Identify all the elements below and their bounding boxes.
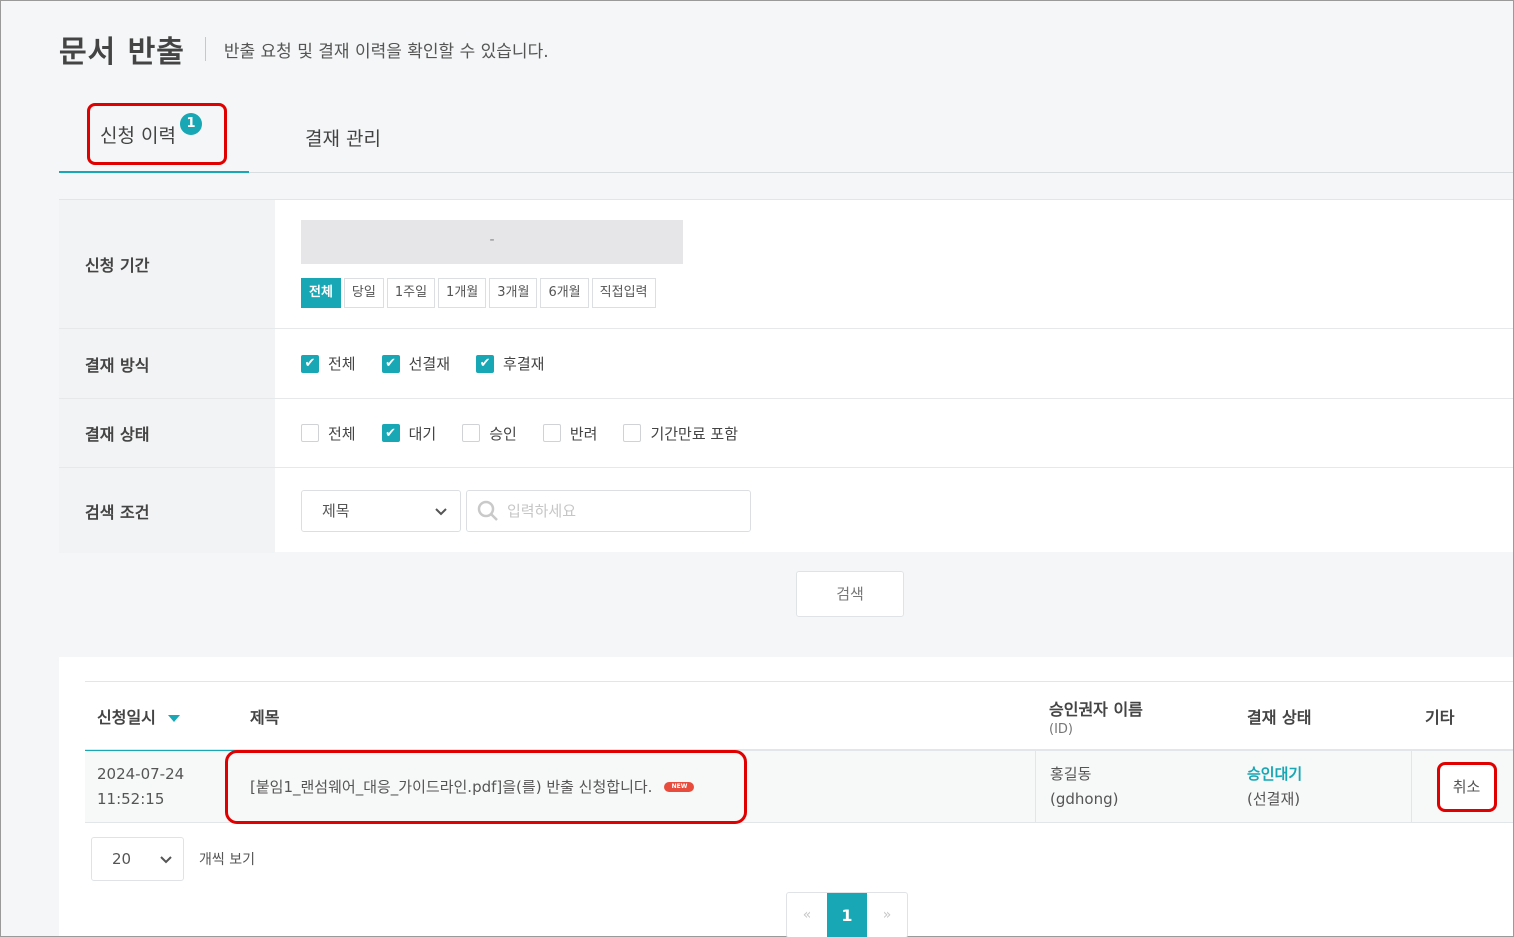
header-etc: 기타 xyxy=(1425,708,1455,727)
method-options: ✔ 전체 ✔ 선결재 ✔ 후결재 xyxy=(275,329,1513,398)
title-divider xyxy=(204,37,206,61)
period-button-3months[interactable]: 3개월 xyxy=(489,278,538,308)
header-date-sortable[interactable]: 신청일시 xyxy=(85,682,237,752)
search-label: 검색 조건 xyxy=(59,468,275,553)
filter-row-period: 신청 기간 xyxy=(59,200,1513,329)
checkbox-label: 기간만료 포함 xyxy=(650,424,739,443)
header-approver: 승인권자 이름 (ID) xyxy=(1049,682,1143,750)
status-checkbox-expired[interactable]: 기간만료 포함 xyxy=(623,423,738,444)
header-approver-sub: (ID) xyxy=(1049,721,1073,737)
period-button-group: 전체 당일 1주일 1개월 3개월 6개월 직접입력 xyxy=(301,278,656,308)
checkbox-label: 전체 xyxy=(328,355,356,373)
row-date: 2024-07-24 11:52:15 xyxy=(97,751,184,823)
chevron-down-icon xyxy=(160,856,172,864)
search-controls: 제목 xyxy=(275,468,1513,553)
pagination: « 1 » xyxy=(786,892,908,937)
period-button-today[interactable]: 당일 xyxy=(343,278,384,308)
row-title-text: [붙임1_랜섬웨어_대응_가이드라인.pdf]을(를) 반출 신청합니다. xyxy=(250,777,653,796)
checkbox-label: 대기 xyxy=(408,424,437,443)
table-row: 2024-07-24 11:52:15 [붙임1_랜섬웨어_대응_가이드라인.p… xyxy=(85,750,1514,824)
prev-page-button[interactable]: « xyxy=(787,893,827,937)
status-checkbox-all[interactable]: 전체 xyxy=(301,423,356,444)
checkbox-label: 승인 xyxy=(489,424,517,443)
result-panel: 신청일시 제목 승인권자 이름 (ID) 결재 상태 기타 2024-07-24… xyxy=(59,657,1514,937)
period-button-1month[interactable]: 1개월 xyxy=(438,278,487,308)
checkbox-box xyxy=(542,424,561,442)
tab-request-history-label: 신청 이력 xyxy=(100,124,176,147)
row-approver: 홍길동 (gdhong) xyxy=(1035,751,1235,823)
check-icon: ✔ xyxy=(476,354,495,373)
method-label: 결재 방식 xyxy=(59,329,275,398)
tab-approval-management-label: 결재 관리 xyxy=(305,127,381,150)
checkbox-label: 선결재 xyxy=(408,355,451,373)
period-label: 신청 기간 xyxy=(59,200,275,328)
header-status: 결재 상태 xyxy=(1247,708,1312,727)
checkbox-label: 반려 xyxy=(569,424,598,443)
page-size-label: 개씩 보기 xyxy=(199,852,255,868)
search-field-value: 제목 xyxy=(322,502,350,520)
header-date-label: 신청일시 xyxy=(97,708,156,727)
row-date-day: 2024-07-24 xyxy=(97,765,185,783)
filter-row-status: 결재 상태 전체 ✔ 대기 승인 반려 기간만료 포함 xyxy=(59,399,1513,468)
method-checkbox-all[interactable]: ✔ 전체 xyxy=(301,353,356,374)
request-table: 신청일시 제목 승인권자 이름 (ID) 결재 상태 기타 2024-07-24… xyxy=(85,681,1514,824)
filter-row-search: 검색 조건 제목 xyxy=(59,468,1513,553)
method-checkbox-post[interactable]: ✔ 후결재 xyxy=(476,353,544,374)
count-badge: 1 xyxy=(179,113,202,135)
checkbox-box xyxy=(462,424,481,442)
header-title: 제목 xyxy=(250,708,280,727)
tab-request-history[interactable]: 신청 이력 1 xyxy=(59,101,249,173)
row-title-link[interactable]: [붙임1_랜섬웨어_대응_가이드라인.pdf]을(를) 반출 신청합니다. NE… xyxy=(225,750,747,824)
checkbox-label: 전체 xyxy=(328,424,356,443)
row-date-time: 11:52:15 xyxy=(97,790,165,808)
check-icon: ✔ xyxy=(301,354,319,373)
tab-approval-management[interactable]: 결재 관리 xyxy=(305,101,381,173)
status-label: 결재 상태 xyxy=(59,399,275,467)
search-input[interactable] xyxy=(507,501,737,520)
row-approver-name: 홍길동 xyxy=(1050,765,1092,783)
method-checkbox-pre[interactable]: ✔ 선결재 xyxy=(381,353,451,374)
row-status-sub: (선결재) xyxy=(1247,790,1301,808)
tab-bar: 신청 이력 1 결재 관리 xyxy=(59,101,1513,173)
filter-row-method: 결재 방식 ✔ 전체 ✔ 선결재 ✔ 후결재 xyxy=(59,329,1513,399)
period-button-custom[interactable]: 직접입력 xyxy=(591,278,656,308)
checkbox-box xyxy=(623,424,642,442)
checkbox-label: 후결재 xyxy=(503,355,545,373)
current-page-button[interactable]: 1 xyxy=(827,893,867,937)
page-header: 문서 반출 반출 요청 및 결재 이력을 확인할 수 있습니다. xyxy=(59,27,549,71)
search-button[interactable]: 검색 xyxy=(796,571,904,617)
filter-panel: 신청 기간 - 전체 당일 1주일 1개월 3개월 6개월 직접입력 결재 방식… xyxy=(59,199,1513,553)
period-button-all[interactable]: 전체 xyxy=(301,278,341,308)
search-field-select[interactable]: 제목 xyxy=(301,489,461,532)
page-size-select[interactable]: 20 xyxy=(91,837,184,881)
page-title: 문서 반출 xyxy=(59,35,185,70)
page-size-value: 20 xyxy=(112,850,132,868)
period-button-6months[interactable]: 6개월 xyxy=(540,278,589,308)
row-status: 승인대기 (선결재) xyxy=(1247,751,1302,823)
checkbox-box xyxy=(301,424,319,442)
table-header: 신청일시 제목 승인권자 이름 (ID) 결재 상태 기타 xyxy=(85,681,1513,752)
period-button-1week[interactable]: 1주일 xyxy=(386,278,436,308)
search-icon xyxy=(477,500,498,521)
status-checkbox-pending[interactable]: ✔ 대기 xyxy=(381,423,437,444)
date-range-picker[interactable]: - xyxy=(301,220,683,264)
status-checkbox-approved[interactable]: 승인 xyxy=(462,423,517,444)
tab-request-history-highlight: 신청 이력 1 xyxy=(87,103,227,165)
row-status-link[interactable]: 승인대기 xyxy=(1247,762,1302,787)
header-approver-label: 승인권자 이름 xyxy=(1049,699,1143,719)
row-approver-id: (gdhong) xyxy=(1050,790,1119,808)
status-options: 전체 ✔ 대기 승인 반려 기간만료 포함 xyxy=(275,399,1513,467)
search-input-wrapper xyxy=(466,489,751,532)
cancel-button[interactable]: 취소 xyxy=(1436,762,1497,812)
next-page-button[interactable]: » xyxy=(867,893,907,937)
row-actions: 취소 xyxy=(1411,751,1514,823)
check-icon: ✔ xyxy=(381,424,400,442)
status-checkbox-rejected[interactable]: 반려 xyxy=(542,423,598,444)
chevron-down-icon xyxy=(435,507,447,515)
sort-desc-icon xyxy=(167,714,180,722)
page-description: 반출 요청 및 결재 이력을 확인할 수 있습니다. xyxy=(223,41,549,62)
new-badge: NEW xyxy=(664,782,695,792)
check-icon: ✔ xyxy=(381,354,400,373)
